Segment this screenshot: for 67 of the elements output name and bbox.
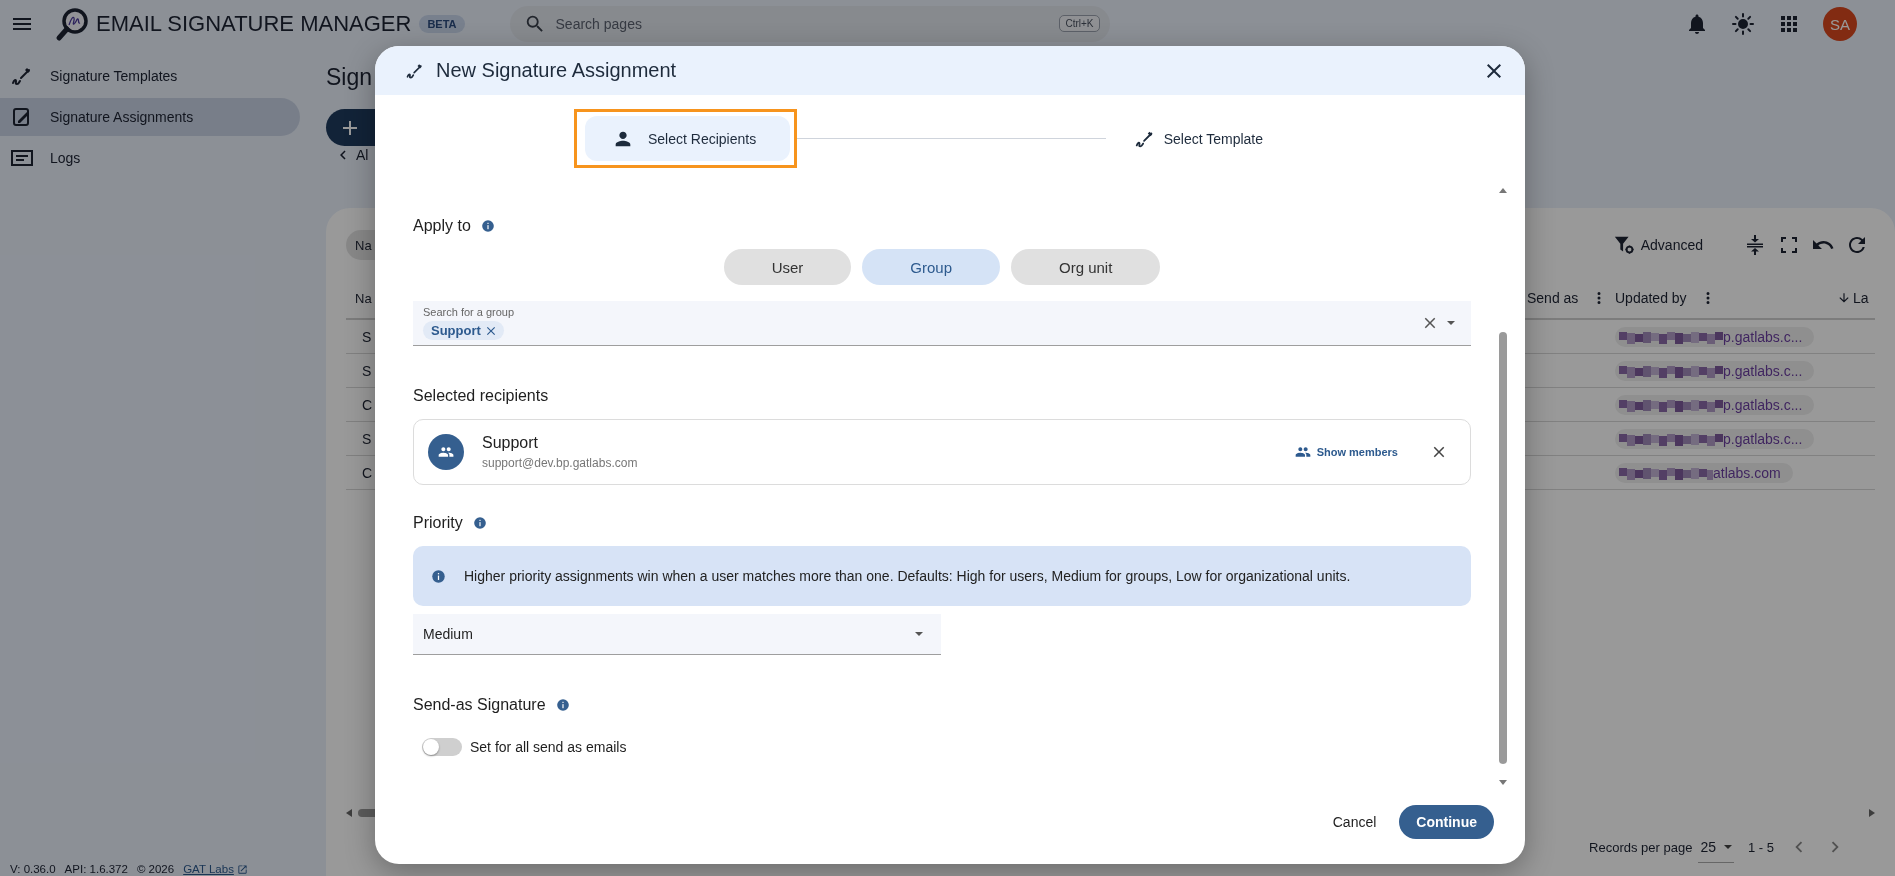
segment-option[interactable]: Org unit: [1011, 249, 1161, 285]
group-chip[interactable]: Support: [423, 321, 504, 340]
stepper-step[interactable]: Select Recipients: [585, 116, 790, 161]
info-icon: [472, 516, 487, 530]
beta-badge: BETA: [419, 15, 465, 33]
text-button[interactable]: Cancel: [1324, 805, 1385, 839]
recipient-name: Support: [482, 434, 540, 452]
info-icon: [431, 568, 446, 584]
field-label: Search for a group: [423, 306, 515, 318]
segment-option[interactable]: Group: [862, 249, 1000, 285]
column-header: La: [1853, 290, 1869, 306]
magnifier-logo: [55, 6, 91, 42]
version-text: V: 0.36.0: [10, 863, 56, 875]
toggle-switch[interactable]: [422, 738, 462, 756]
section-label: Priority: [413, 514, 463, 532]
sun-icon[interactable]: [1731, 12, 1755, 36]
table-cell: S: [362, 430, 372, 447]
email-text: atlabs.com: [1713, 464, 1781, 481]
primary-button[interactable]: Continue: [1399, 805, 1494, 839]
page-title: Sign: [326, 63, 373, 91]
section-label: Apply to: [413, 217, 471, 235]
nav-item[interactable]: Logs: [0, 139, 300, 177]
email-text: p.gatlabs.c...: [1723, 362, 1803, 379]
sort-arrow-icon[interactable]: [1837, 291, 1851, 305]
info-icon: [555, 698, 570, 712]
back-link[interactable]: Al: [356, 147, 369, 163]
table-cell: C: [362, 396, 373, 413]
dialog-title: New Signature Assignment: [436, 59, 677, 82]
section-label: Send-as Signature: [413, 696, 546, 714]
group-avatar-icon: [428, 434, 464, 470]
page-range-text: 1 - 5: [1748, 839, 1774, 855]
info-icon: [480, 219, 495, 233]
shortcut-key: Ctrl+K: [1059, 15, 1100, 32]
people-icon: [1294, 444, 1311, 460]
table-cell: C: [362, 464, 373, 481]
segment-option[interactable]: User: [723, 249, 852, 285]
group-search-field[interactable]: Search for a group Support: [413, 301, 1471, 346]
external-link-icon: [236, 863, 248, 875]
recipient-email: support@dev.bp.gatlabs.com: [482, 456, 638, 470]
column-header: Na: [355, 290, 372, 306]
email-text: p.gatlabs.c...: [1723, 328, 1803, 345]
email-text: p.gatlabs.c...: [1723, 430, 1803, 447]
filter-gear-icon: [1612, 234, 1635, 256]
column-header: Updated by: [1615, 290, 1687, 306]
stepper-step[interactable]: Select Template: [1129, 116, 1263, 161]
user-avatar[interactable]: SA: [1823, 7, 1857, 41]
dropdown-arrow-icon: [915, 632, 923, 636]
records-per-page-label: Records per page: [1589, 839, 1693, 855]
api-version-text: API: 1.6.372: [64, 863, 128, 875]
table-cell: S: [362, 362, 372, 379]
copyright-text: © 2026: [136, 863, 175, 875]
dropdown-arrow-icon[interactable]: [1447, 321, 1455, 325]
nav-item[interactable]: Signature Assignments: [0, 98, 300, 136]
column-header: Send as: [1527, 290, 1579, 306]
page-size-select[interactable]: 25: [1698, 831, 1734, 863]
dropdown-arrow-icon: [1724, 844, 1732, 849]
email-text: p.gatlabs.c...: [1723, 396, 1803, 413]
show-members-button[interactable]: Show members: [1288, 443, 1404, 461]
nav-item[interactable]: Signature Templates: [0, 57, 300, 95]
toggle-label: Set for all send as emails: [470, 739, 627, 755]
info-text: Higher priority assignments win when a user matches more than one. Defaults: High for users, Medium for groups, Low for organizational units.: [464, 568, 1351, 584]
app-title: EMAIL SIGNATURE MANAGER: [96, 11, 412, 37]
advanced-filter-button[interactable]: Advanced: [1606, 233, 1709, 257]
company-link[interactable]: GAT Labs: [183, 863, 248, 875]
section-label: Selected recipients: [413, 387, 549, 405]
table-cell: S: [362, 328, 372, 345]
priority-select[interactable]: Medium: [413, 614, 941, 655]
